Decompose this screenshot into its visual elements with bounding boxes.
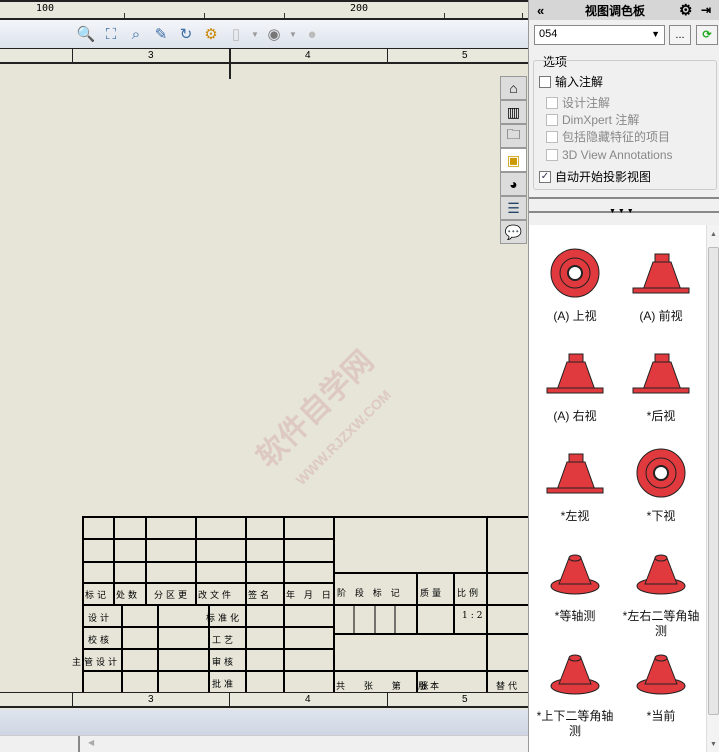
- model-view-thumbnail: [617, 543, 705, 603]
- view-label: *下视: [646, 509, 676, 523]
- splitter[interactable]: [529, 197, 719, 199]
- pane-title: 视图调色板: [585, 3, 646, 18]
- view-label: *左右二等角轴测: [622, 609, 700, 638]
- scale-value: 1:2: [462, 611, 486, 621]
- scroll-thumb[interactable]: [708, 247, 719, 715]
- tb-label: 版本: [418, 682, 443, 692]
- combo-value: 054: [539, 28, 558, 40]
- palette-view-item[interactable]: (A) 右视: [531, 343, 619, 424]
- view-label: *后视: [646, 409, 676, 423]
- view-label: *上下二等角轴测: [536, 709, 614, 738]
- model-view-thumbnail: [617, 443, 705, 503]
- tb-label: 标准化: [206, 614, 243, 624]
- palette-view-item[interactable]: *上下二等角轴测: [531, 643, 619, 739]
- zone-label: 3: [148, 694, 154, 705]
- view-label: (A) 右视: [553, 409, 597, 423]
- model-view-thumbnail: [617, 343, 705, 403]
- label: DimXpert 注解: [562, 113, 640, 127]
- scroll-down-icon[interactable]: ▼: [707, 741, 719, 748]
- palette-view-item[interactable]: *下视: [617, 443, 705, 524]
- palette-view-item[interactable]: (A) 上视: [531, 243, 619, 324]
- palette-view-item[interactable]: (A) 前视: [617, 243, 705, 324]
- sheet-tabs-area: [0, 709, 528, 735]
- zone-label: 4: [305, 694, 311, 705]
- drawing-combo[interactable]: 054 ▼: [534, 25, 665, 45]
- label: 自动开始投影视图: [555, 170, 652, 184]
- hidden-features-checkbox[interactable]: 包括隐藏特征的项目: [546, 128, 670, 145]
- tb-label: 改文件: [198, 591, 235, 601]
- browse-button[interactable]: ...: [669, 25, 691, 45]
- view-label: (A) 前视: [639, 309, 683, 323]
- palette-view-item[interactable]: *左右二等角轴测: [617, 543, 705, 639]
- view-label: *左视: [560, 509, 590, 523]
- collapse-icon[interactable]: «: [537, 3, 544, 18]
- tb-label: 签名: [248, 591, 273, 601]
- splitter-handle-icon[interactable]: ▼ ▼ ▼: [609, 208, 634, 215]
- palette-view-item[interactable]: *当前: [617, 643, 705, 724]
- view-label: *等轴测: [554, 609, 596, 623]
- tb-label: 年 月 日: [286, 591, 334, 601]
- model-view-thumbnail: [531, 243, 619, 303]
- model-view-thumbnail: [617, 643, 705, 703]
- view-label: *当前: [646, 709, 676, 723]
- view-palette-pane: « 视图调色板 ⚙ ⇥ 054 ▼ ... ⟳ 选项 输入注解 设计注解 DimX…: [528, 0, 719, 752]
- model-view-thumbnail: [617, 243, 705, 303]
- pane-header: « 视图调色板 ⚙ ⇥: [529, 0, 719, 20]
- refresh-button[interactable]: ⟳: [696, 25, 718, 45]
- view-list: (A) 上视 (A) 前视 (A) 右视 *后视 *左视 *下视 *等轴测 *左右二等角轴测 *…: [529, 225, 719, 752]
- vertical-scrollbar[interactable]: ▲ ▼: [706, 225, 719, 752]
- tb-label: 设计: [88, 614, 113, 624]
- palette-view-item[interactable]: *后视: [617, 343, 705, 424]
- model-view-thumbnail: [531, 543, 619, 603]
- tb-label: 校核: [88, 636, 113, 646]
- tb-label: 审核: [212, 658, 237, 668]
- tb-label: 标记: [85, 591, 110, 601]
- horizontal-scrollbar[interactable]: ◀: [0, 735, 528, 752]
- view-label: (A) 上视: [553, 309, 597, 323]
- gear-icon[interactable]: ⚙: [679, 1, 692, 19]
- tb-label: 分区更: [154, 591, 191, 601]
- label: 设计注解: [562, 96, 611, 110]
- tb-label: 批准: [212, 680, 237, 690]
- tb-label: 阶 段 标 记: [337, 589, 403, 599]
- scroll-left-icon[interactable]: ◀: [88, 738, 94, 747]
- import-annotations-checkbox[interactable]: 输入注解: [539, 73, 603, 90]
- design-annotations-checkbox[interactable]: 设计注解: [546, 94, 610, 111]
- tb-label: 工艺: [212, 636, 237, 646]
- tb-label: 替代: [496, 682, 521, 692]
- label: 3D View Annotations: [562, 148, 673, 162]
- model-view-thumbnail: [531, 343, 619, 403]
- title-block: [82, 516, 528, 694]
- model-view-thumbnail: [531, 443, 619, 503]
- label: 包括隐藏特征的项目: [562, 130, 671, 144]
- dimxpert-checkbox[interactable]: DimXpert 注解: [546, 111, 639, 128]
- auto-projection-checkbox[interactable]: ✓ 自动开始投影视图: [539, 168, 651, 185]
- palette-view-item[interactable]: *左视: [531, 443, 619, 524]
- pin-icon[interactable]: ⇥: [701, 3, 711, 17]
- scroll-up-icon[interactable]: ▲: [707, 231, 719, 238]
- chevron-down-icon: ▼: [651, 29, 660, 39]
- model-view-thumbnail: [531, 643, 619, 703]
- 3d-view-annotations-checkbox[interactable]: 3D View Annotations: [546, 148, 673, 162]
- palette-view-item[interactable]: *等轴测: [531, 543, 619, 624]
- tb-label: 比例: [457, 589, 482, 599]
- tb-label: 质量: [420, 589, 445, 599]
- tb-label: 处数: [116, 591, 141, 601]
- zone-label: 5: [462, 694, 468, 705]
- zone-border-bottom: 3 4 5: [0, 692, 528, 708]
- label: 输入注解: [555, 75, 604, 89]
- tb-label: 主管设计: [72, 658, 121, 668]
